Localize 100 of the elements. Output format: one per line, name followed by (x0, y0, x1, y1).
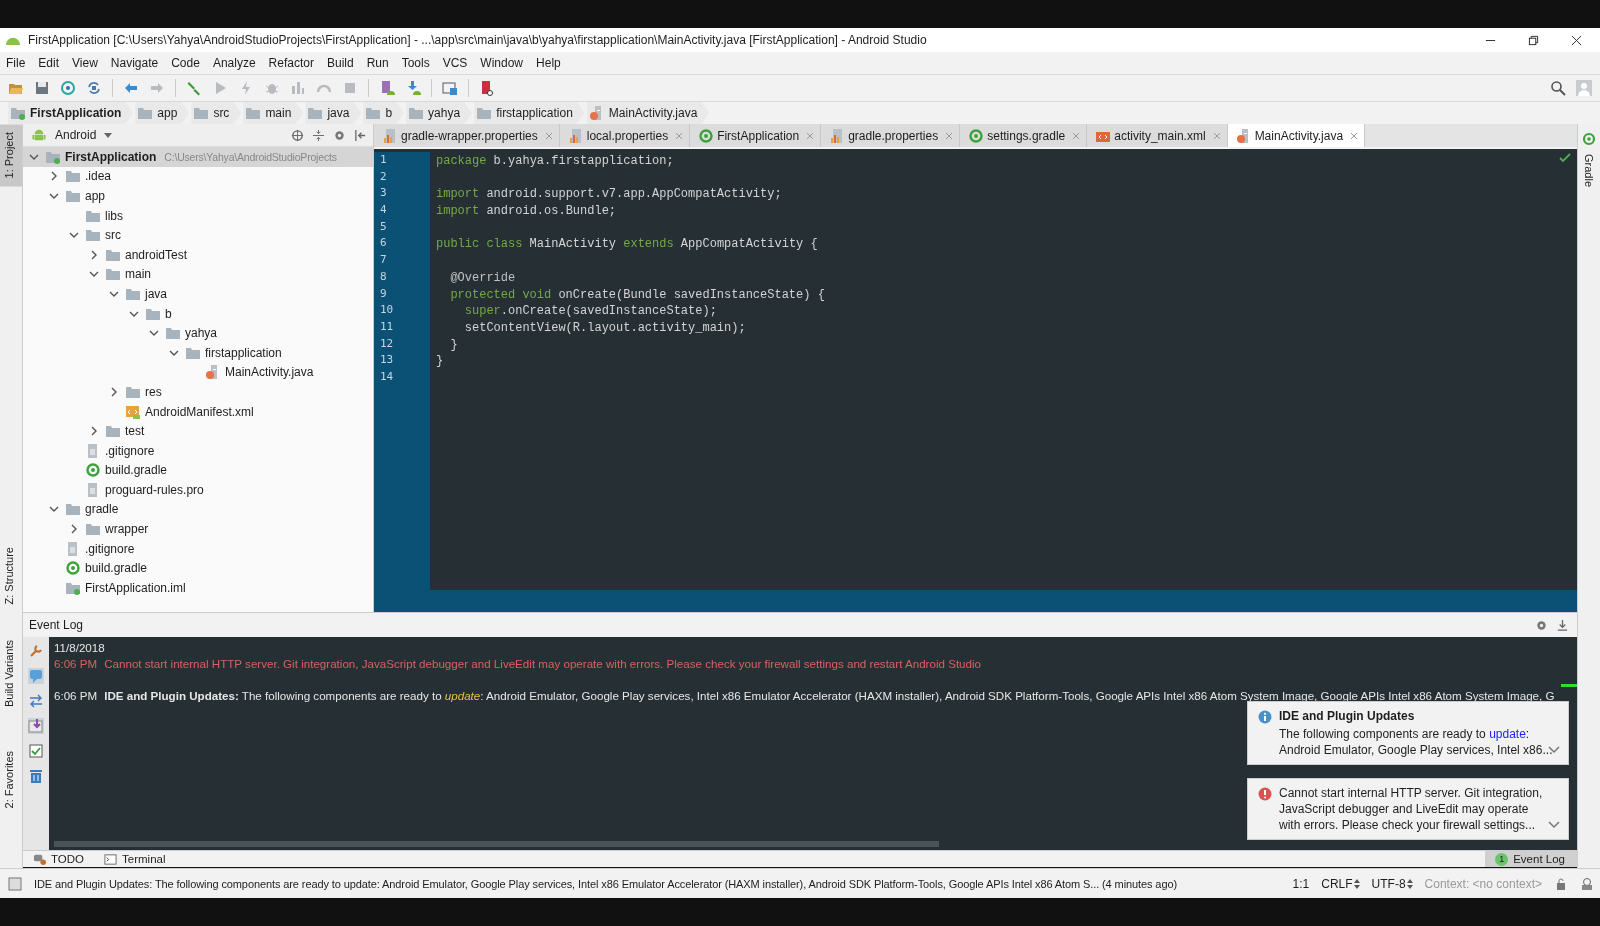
tool-window-tab[interactable]: 1: Project (0, 124, 22, 187)
editor-tab[interactable]: FirstApplication (690, 124, 822, 147)
tree-item[interactable]: build.gradle (23, 558, 373, 579)
up-down-arrow-icon[interactable] (1353, 878, 1360, 889)
wrench-icon[interactable] (28, 643, 44, 659)
notification-card[interactable]: IDE and Plugin Updates The following components are ready to update: Android Emulator, Google Play services, Intel x86... (1247, 701, 1569, 765)
up-down-arrow-icon[interactable] (1406, 878, 1413, 889)
tree-item[interactable]: libs (23, 205, 373, 226)
menu-item[interactable]: File (6, 56, 26, 70)
menu-item[interactable]: Window (480, 56, 524, 70)
menu-item[interactable]: Analyze (212, 56, 256, 70)
chevron-right-icon[interactable] (109, 386, 119, 397)
editor-tab[interactable]: activity_main.xml (1087, 124, 1228, 147)
tree-item[interactable]: test (23, 421, 373, 441)
tool-window-tab[interactable]: Z: Structure (0, 538, 22, 612)
collapse-icon[interactable] (312, 128, 325, 142)
tree-item[interactable]: src (23, 225, 373, 245)
tree-item[interactable]: FirstApplication C:\Users\Yahya\AndroidStudioProjects (23, 147, 373, 167)
tool-window-tab[interactable]: 2: Favorites (0, 743, 22, 817)
breadcrumb[interactable]: src (191, 102, 242, 124)
chevron-right-icon[interactable] (49, 171, 59, 182)
breadcrumb[interactable]: firstapplication (474, 102, 585, 124)
menu-item[interactable]: Refactor (268, 56, 314, 70)
tool-window-tab[interactable]: Terminal (94, 851, 176, 867)
chevron-right-icon[interactable] (89, 249, 99, 260)
tree-item[interactable]: java (23, 284, 373, 304)
chevron-right-icon[interactable] (89, 426, 99, 437)
refresh-icon[interactable] (86, 80, 102, 96)
tree-item[interactable]: gradle (23, 499, 373, 520)
chevron-down-icon[interactable] (1548, 821, 1560, 829)
menu-item[interactable]: Build (326, 56, 354, 70)
tree-item[interactable]: app (23, 186, 373, 206)
tool-window-tab[interactable]: TODO (23, 851, 94, 867)
device-link-icon[interactable] (479, 80, 495, 96)
tree-item[interactable]: yahya (23, 323, 373, 343)
chevron-right-icon[interactable] (69, 524, 79, 535)
tool-window-tab[interactable]: Build Variants (0, 632, 22, 716)
event-log-tab[interactable]: 1 Event Log (1485, 851, 1577, 867)
import-icon[interactable] (28, 718, 44, 734)
menu-item[interactable]: Edit (38, 56, 60, 70)
device-icon[interactable] (379, 80, 395, 96)
tree-item[interactable]: b (23, 303, 373, 324)
chevron-down-icon[interactable] (49, 191, 59, 201)
breadcrumb[interactable]: yahya (406, 102, 473, 124)
tree-item[interactable]: main (23, 264, 373, 285)
tool-window-tab[interactable]: Gradle (1580, 146, 1598, 196)
file-encoding[interactable]: UTF-8 (1371, 876, 1406, 891)
tree-item[interactable]: res (23, 382, 373, 402)
editor-tab[interactable]: settings.gradle (960, 124, 1088, 147)
editor-tab[interactable]: gradle.properties (821, 124, 961, 147)
breadcrumb[interactable]: MainActivity.java (586, 102, 710, 124)
view-dropdown[interactable]: Android (55, 128, 113, 142)
menu-item[interactable]: VCS (442, 56, 468, 70)
tree-item[interactable]: .idea (23, 166, 373, 187)
hide-panel-icon[interactable] (354, 128, 367, 142)
notification-card[interactable]: Cannot start internal HTTP server. Git integration, JavaScript debugger and LiveEdit may operate with errors. Please check your firewall settings... (1247, 778, 1569, 840)
editor-tab[interactable]: gradle-wrapper.properties (374, 124, 560, 147)
cursor-position[interactable]: 1:1 (1292, 876, 1310, 891)
tree-item[interactable]: wrapper (23, 519, 373, 539)
sync-icon[interactable] (60, 80, 76, 96)
tree-item[interactable]: MainActivity.java (23, 362, 373, 383)
breadcrumb[interactable]: app (135, 102, 190, 124)
menu-item[interactable]: Tools (401, 56, 430, 70)
menu-item[interactable]: Code (171, 56, 200, 70)
window-layout-icon[interactable] (442, 80, 458, 96)
trash-icon[interactable] (28, 768, 44, 784)
lock-icon[interactable] (1554, 876, 1568, 891)
breadcrumb[interactable]: main (243, 102, 304, 124)
scrollbar[interactable] (54, 841, 939, 847)
search-icon[interactable] (1550, 80, 1566, 96)
tree-item[interactable]: firstapplication (23, 342, 373, 363)
breadcrumb[interactable]: b (363, 102, 405, 124)
save-icon[interactable] (34, 80, 50, 96)
tree-item[interactable]: proguard-rules.pro (23, 480, 373, 500)
download-icon[interactable] (1556, 618, 1569, 632)
editor-tab[interactable]: MainActivity.java (1227, 124, 1366, 147)
settings-icon[interactable] (1535, 618, 1548, 632)
editor-tab[interactable]: local.properties (559, 124, 691, 147)
menu-item[interactable]: Navigate (110, 56, 159, 70)
tree-item[interactable]: AndroidManifest.xml (23, 401, 373, 422)
update-link[interactable]: update (1489, 727, 1526, 741)
swap-icon[interactable] (28, 693, 44, 709)
menu-item[interactable]: Run (366, 56, 389, 70)
menu-item[interactable]: View (72, 56, 98, 70)
caret-icon[interactable] (104, 132, 113, 138)
tree-item[interactable]: androidTest (23, 244, 373, 265)
line-separator[interactable]: CRLF (1321, 876, 1353, 891)
tree-item[interactable]: .gitignore (23, 440, 373, 461)
close-icon[interactable] (1571, 34, 1582, 46)
panel-toggle-icon[interactable] (8, 876, 22, 891)
tree-item[interactable]: .gitignore (23, 538, 373, 559)
breadcrumb[interactable]: java (305, 102, 362, 124)
tree-item[interactable]: FirstApplication.iml (23, 578, 373, 598)
breadcrumb[interactable]: FirstApplication (8, 102, 134, 124)
settings-icon[interactable] (333, 128, 346, 142)
tree-item[interactable]: build.gradle (23, 460, 373, 481)
crosshair-icon[interactable] (291, 128, 304, 142)
checkbox-icon[interactable] (28, 743, 44, 759)
restore-icon[interactable] (1528, 34, 1539, 46)
menu-item[interactable]: Help (536, 56, 561, 70)
